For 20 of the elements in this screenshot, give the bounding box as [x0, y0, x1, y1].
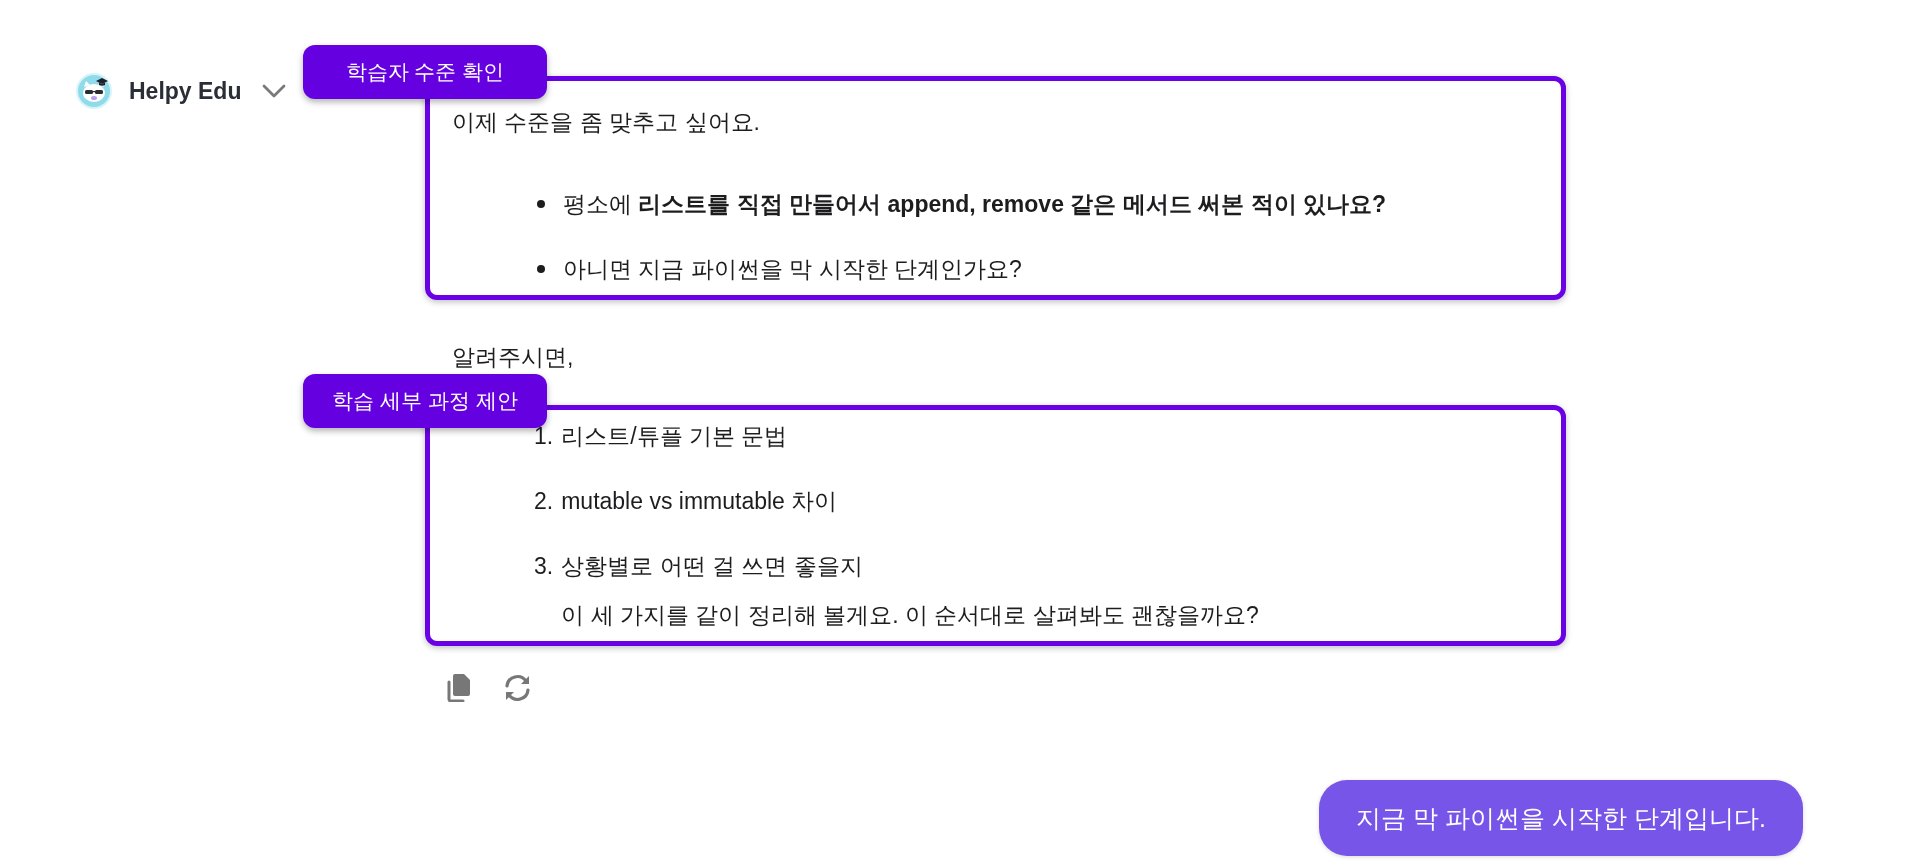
bullet-icon — [537, 265, 545, 273]
list-number: 2. — [534, 487, 554, 516]
list-number: 3. — [534, 552, 554, 581]
annotation-label: 학습자 수준 확인 — [303, 45, 547, 99]
message-text: 알려주시면, — [452, 343, 574, 372]
user-message: 지금 막 파이썬을 시작한 단계입니다. — [1319, 780, 1803, 856]
list-item-text: 리스트/튜플 기본 문법 — [561, 422, 788, 451]
list-item-text: 평소에 리스트를 직접 만들어서 append, remove 같은 메서드 써본 적이 있나요? — [563, 190, 1386, 219]
message-text: 이제 수준을 좀 맞추고 싶어요. — [452, 108, 760, 137]
avatar-icon — [76, 73, 112, 109]
bullet-icon — [537, 200, 545, 208]
assistant-name: Helpy Edu — [129, 77, 242, 105]
chevron-down-icon[interactable] — [262, 84, 287, 98]
copy-icon[interactable] — [447, 673, 471, 702]
message-text: 이 세 가지를 같이 정리해 볼게요. 이 순서대로 살펴봐도 괜찮을까요? — [561, 601, 1259, 630]
refresh-icon[interactable] — [503, 673, 532, 702]
list-item-text: 상황별로 어떤 걸 쓰면 좋을지 — [561, 552, 863, 581]
list-item-text: 아니면 지금 파이썬을 막 시작한 단계인가요? — [563, 255, 1022, 284]
annotation-label: 학습 세부 과정 제안 — [303, 374, 547, 428]
list-item-text: mutable vs immutable 차이 — [561, 487, 838, 516]
